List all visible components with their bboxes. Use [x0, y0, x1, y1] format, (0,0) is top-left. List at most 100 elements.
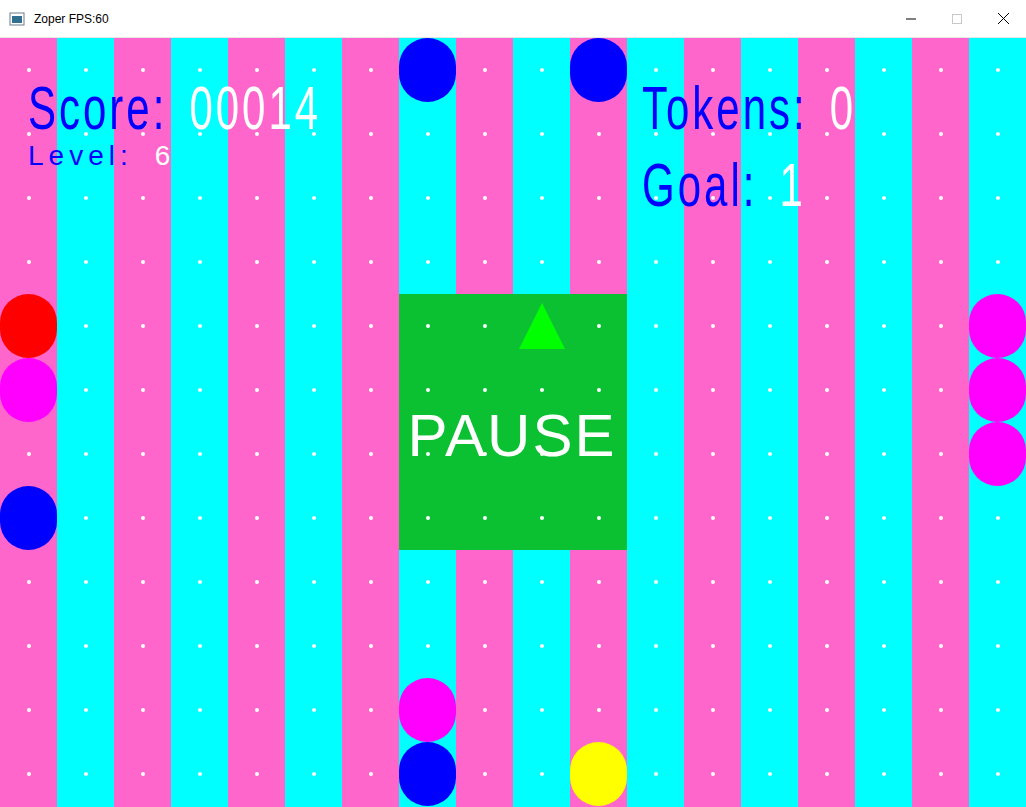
grid-dot: [711, 516, 715, 520]
stripe: [855, 38, 912, 807]
grid-dot: [312, 580, 316, 584]
grid-dot: [711, 708, 715, 712]
grid-dot: [312, 196, 316, 200]
grid-dot: [882, 516, 886, 520]
grid-dot: [540, 132, 544, 136]
grid-dot: [369, 196, 373, 200]
grid-dot: [768, 516, 772, 520]
grid-dot: [198, 388, 202, 392]
grid-dot: [312, 644, 316, 648]
grid-dot: [141, 580, 145, 584]
grid-dot: [654, 708, 658, 712]
tokens-value: 0: [830, 78, 856, 139]
grid-dot: [768, 324, 772, 328]
grid-dot: [369, 260, 373, 264]
grid-dot: [84, 388, 88, 392]
grid-dot: [654, 260, 658, 264]
grid-dot: [426, 580, 430, 584]
grid-dot: [483, 196, 487, 200]
grid-dot: [141, 644, 145, 648]
minimize-icon: [906, 14, 916, 24]
grid-dot: [255, 516, 259, 520]
grid-dot: [996, 708, 1000, 712]
grid-dot: [141, 260, 145, 264]
grid-dot: [426, 132, 430, 136]
grid-dot: [141, 324, 145, 328]
grid-dot: [255, 388, 259, 392]
grid-dot: [483, 388, 487, 392]
grid-dot: [84, 516, 88, 520]
grid-dot: [597, 580, 601, 584]
grid-dot: [825, 324, 829, 328]
grid-dot: [882, 68, 886, 72]
grid-dot: [84, 580, 88, 584]
game-window: Zoper FPS:60Score:00014Level:6Tokens:0Go…: [0, 0, 1026, 807]
grid-dot: [825, 644, 829, 648]
grid-dot: [27, 452, 31, 456]
grid-dot: [882, 260, 886, 264]
grid-dot: [597, 644, 601, 648]
minimize-button[interactable]: [888, 0, 934, 37]
close-button[interactable]: [980, 0, 1026, 37]
grid-dot: [597, 516, 601, 520]
grid-dot: [996, 132, 1000, 136]
grid-dot: [540, 772, 544, 776]
grid-dot: [996, 772, 1000, 776]
grid-dot: [825, 388, 829, 392]
grid-dot: [654, 68, 658, 72]
grid-dot: [540, 260, 544, 264]
grid-dot: [768, 772, 772, 776]
grid-dot: [939, 452, 943, 456]
grid-dot: [825, 452, 829, 456]
grid-dot: [768, 580, 772, 584]
grid-dot: [27, 196, 31, 200]
grid-dot: [711, 644, 715, 648]
grid-dot: [768, 388, 772, 392]
grid-dot: [255, 644, 259, 648]
grid-dot: [312, 260, 316, 264]
grid-dot: [540, 516, 544, 520]
grid-dot: [825, 708, 829, 712]
grid-dot: [540, 644, 544, 648]
grid-dot: [198, 516, 202, 520]
grid-dot: [654, 644, 658, 648]
grid-dot: [84, 324, 88, 328]
grid-dot: [255, 708, 259, 712]
grid-dot: [939, 708, 943, 712]
grid-dot: [198, 580, 202, 584]
grid-dot: [654, 324, 658, 328]
grid-dot: [939, 580, 943, 584]
window-title: Zoper FPS:60: [34, 10, 109, 28]
grid-dot: [426, 388, 430, 392]
grid-dot: [768, 68, 772, 72]
grid-dot: [426, 196, 430, 200]
title-bar[interactable]: Zoper FPS:60: [0, 0, 1026, 38]
grid-dot: [825, 68, 829, 72]
grid-dot: [483, 708, 487, 712]
score-value: 00014: [189, 78, 321, 139]
grid-dot: [255, 772, 259, 776]
grid-dot: [369, 132, 373, 136]
grid-dot: [312, 324, 316, 328]
grid-dot: [255, 580, 259, 584]
grid-dot: [711, 68, 715, 72]
grid-dot: [141, 516, 145, 520]
grid-dot: [882, 580, 886, 584]
grid-dot: [483, 772, 487, 776]
grid-dot: [483, 260, 487, 264]
grid-dot: [825, 132, 829, 136]
grid-dot: [597, 388, 601, 392]
grid-dot: [27, 260, 31, 264]
grid-dot: [312, 452, 316, 456]
grid-dot: [540, 196, 544, 200]
grid-dot: [540, 580, 544, 584]
grid-dot: [540, 708, 544, 712]
grid-dot: [483, 324, 487, 328]
grid-dot: [882, 708, 886, 712]
piece: [399, 678, 456, 742]
grid-dot: [882, 324, 886, 328]
piece: [0, 358, 57, 422]
player-triangle-icon[interactable]: [518, 302, 566, 350]
grid-dot: [654, 388, 658, 392]
grid-dot: [654, 516, 658, 520]
